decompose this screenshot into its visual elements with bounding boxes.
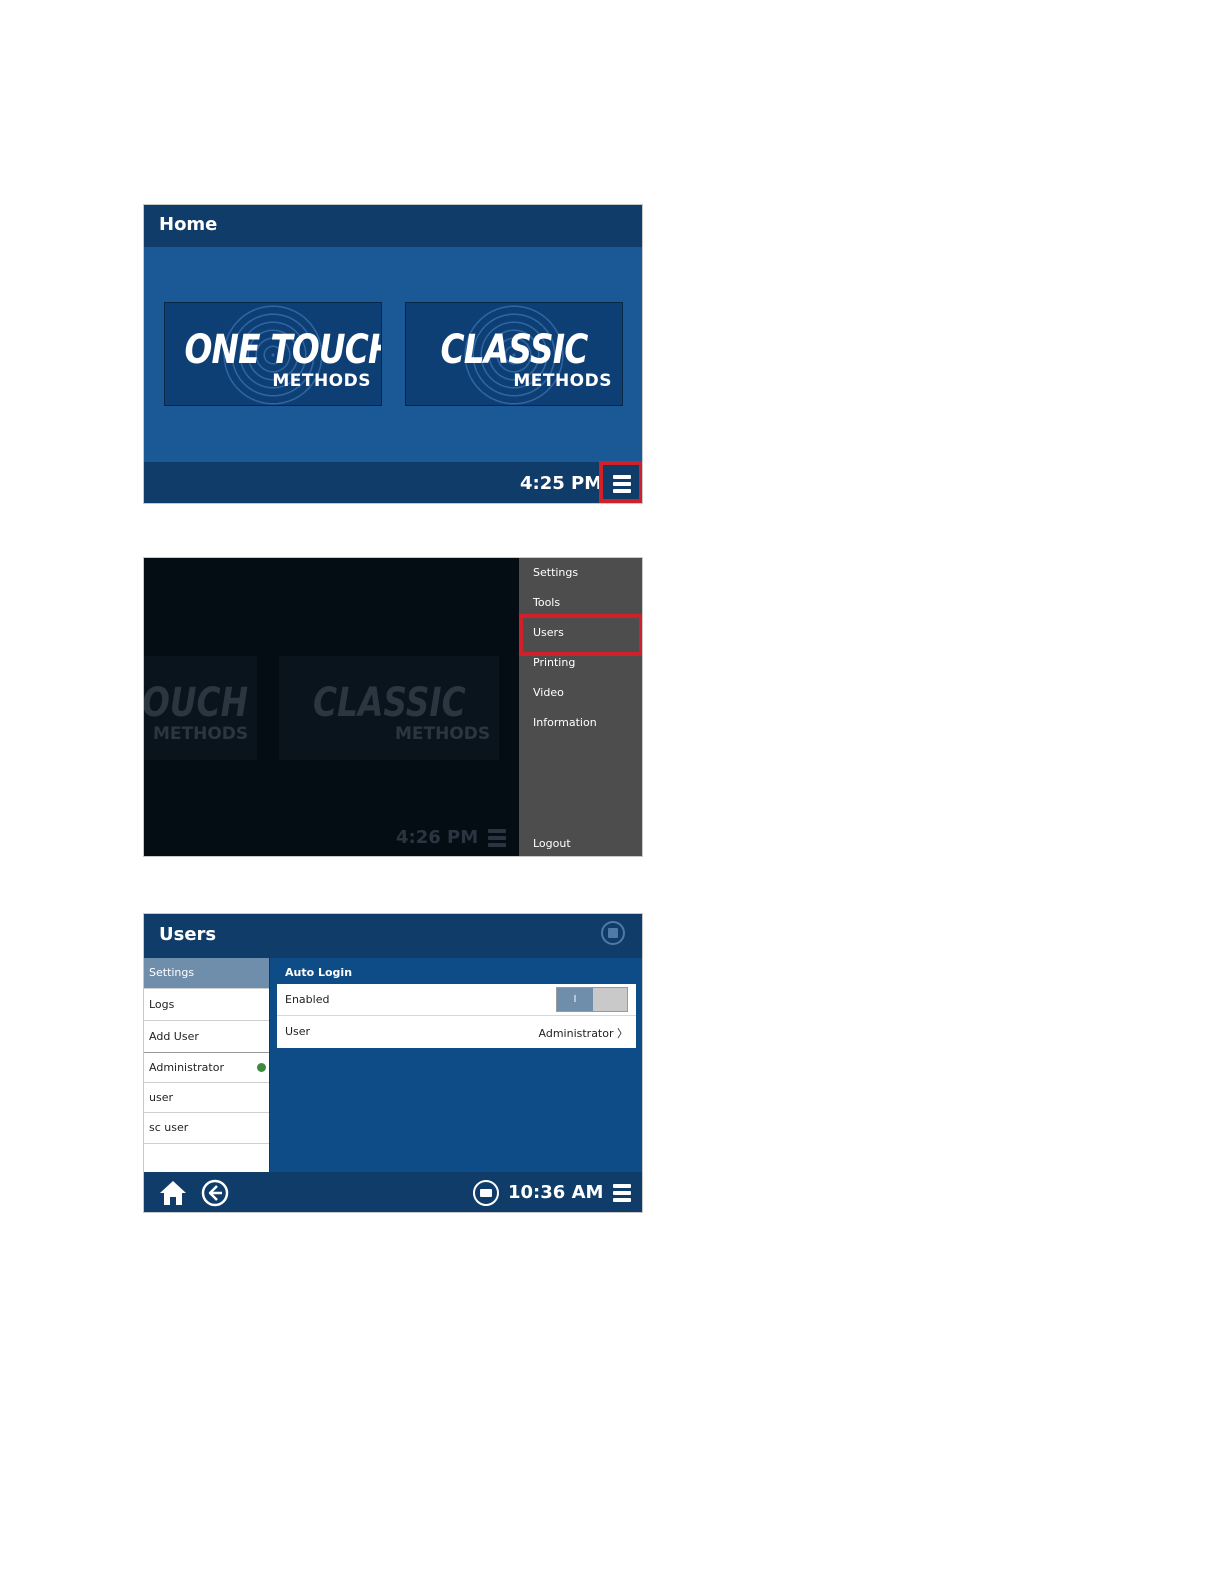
one-touch-methods-tile: OUCH METHODS [144, 656, 257, 760]
tile-subtitle: METHODS [513, 371, 612, 391]
user-value: Administrator 〉 [538, 1027, 628, 1040]
sidebar-item-settings[interactable]: Settings [144, 958, 269, 989]
menu-screen: OUCH METHODS CLASSIC METHODS 4:26 PM Set… [143, 557, 643, 857]
users-sidebar: Settings Logs Add User Administrator use… [144, 958, 269, 1172]
enabled-row: Enabled I [277, 984, 636, 1016]
tile-title: CLASSIC [440, 327, 589, 373]
tile-title: CLASSIC [313, 680, 466, 726]
sidebar-item-label: Logs [149, 998, 175, 1011]
menu-item-settings[interactable]: Settings [533, 566, 578, 579]
tile-title: OUCH [144, 680, 249, 726]
tile-subtitle: METHODS [153, 724, 249, 744]
sidebar-item-add-user[interactable]: Add User [144, 1021, 269, 1053]
user-row[interactable]: User Administrator 〉 [277, 1016, 636, 1048]
sidebar-item-label: Administrator [149, 1061, 224, 1074]
clock: 10:36 AM [508, 1182, 604, 1203]
back-arrow-icon[interactable] [201, 1179, 229, 1207]
sidebar-item-label: user [149, 1091, 173, 1104]
sidebar-divider [269, 958, 270, 1172]
hamburger-menu-icon [488, 829, 506, 847]
menu-item-logout[interactable]: Logout [533, 837, 571, 850]
menu-item-printing[interactable]: Printing [533, 656, 575, 669]
sidebar-item-logs[interactable]: Logs [144, 989, 269, 1021]
bottom-bar: 10:36 AM [144, 1172, 642, 1212]
home-screen: Home ONE TOUCH METHODS CLASSIC METHODS 4… [143, 204, 643, 504]
clock: 4:25 PM [520, 473, 603, 494]
side-menu-drawer: Settings Tools Users Printing Video Info… [519, 558, 642, 856]
sidebar-item-sc-user[interactable]: sc user [144, 1113, 269, 1144]
auto-login-toggle[interactable]: I [556, 987, 628, 1012]
menu-item-video[interactable]: Video [533, 686, 564, 699]
menu-item-tools[interactable]: Tools [533, 596, 560, 609]
sidebar-item-administrator[interactable]: Administrator [144, 1053, 269, 1083]
sidebar-item-user[interactable]: user [144, 1083, 269, 1113]
menu-item-information[interactable]: Information [533, 716, 597, 729]
clock: 4:26 PM [396, 827, 479, 848]
hamburger-menu-icon[interactable] [613, 1184, 631, 1202]
printer-icon[interactable] [473, 1180, 499, 1206]
home-icon[interactable] [159, 1180, 187, 1206]
tile-subtitle: METHODS [272, 371, 371, 391]
bottom-bar: 4:25 PM [144, 462, 642, 503]
tile-subtitle: METHODS [395, 724, 491, 744]
title-bar: Users [144, 914, 642, 958]
sidebar-item-label: sc user [149, 1121, 189, 1134]
classic-methods-tile[interactable]: CLASSIC METHODS [405, 302, 623, 406]
save-icon[interactable] [601, 921, 625, 945]
auto-login-panel: Enabled I User Administrator 〉 [277, 984, 636, 1048]
users-screen: Users Settings Logs Add User Administrat… [143, 913, 643, 1213]
page-title: Home [159, 214, 218, 235]
users-item-highlight [519, 614, 642, 656]
classic-methods-tile: CLASSIC METHODS [279, 656, 499, 760]
sidebar-item-label: Settings [149, 966, 195, 979]
online-status-dot [257, 1063, 266, 1072]
menu-button-highlight [599, 461, 642, 503]
page-title: Users [159, 924, 217, 945]
one-touch-methods-tile[interactable]: ONE TOUCH METHODS [164, 302, 382, 406]
toggle-on-indicator: I [557, 988, 593, 1011]
title-bar: Home [144, 205, 642, 247]
enabled-label: Enabled [285, 993, 330, 1006]
sidebar-item-label: Add User [149, 1030, 199, 1043]
user-label: User [285, 1025, 311, 1038]
tile-title: ONE TOUCH [184, 327, 382, 373]
section-title-auto-login: Auto Login [285, 966, 353, 979]
